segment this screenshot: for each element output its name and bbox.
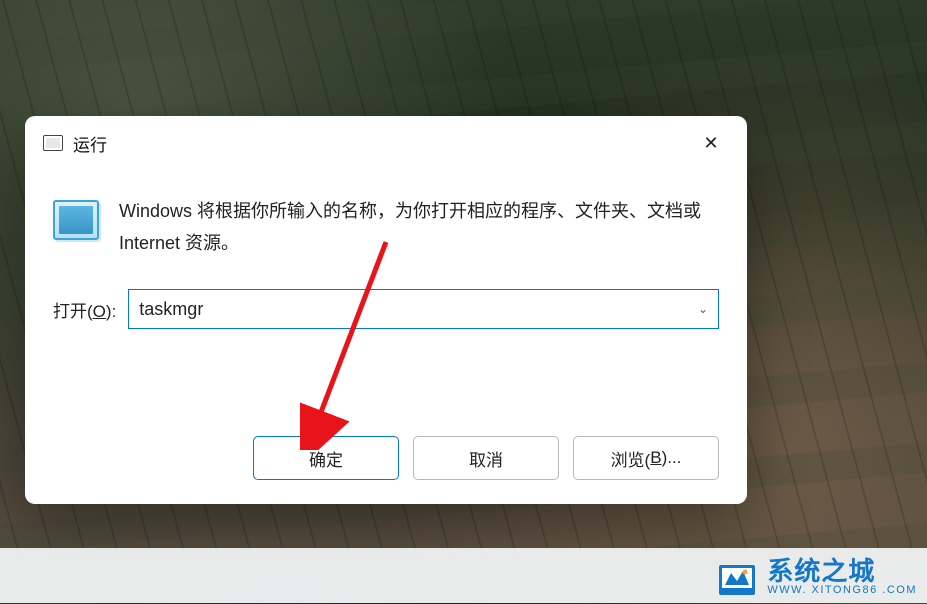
chevron-down-icon[interactable]: ⌄	[698, 302, 708, 316]
watermark-title: 系统之城	[767, 558, 917, 585]
dialog-body: Windows 将根据你所输入的名称，为你打开相应的程序、文件夹、文档或 Int…	[25, 166, 747, 420]
ok-button[interactable]: 确定	[253, 436, 399, 480]
run-titlebar-icon	[43, 135, 63, 151]
watermark-url: WWW. XITONG86 .COM	[767, 585, 917, 597]
dialog-description: Windows 将根据你所输入的名称，为你打开相应的程序、文件夹、文档或 Int…	[119, 196, 719, 259]
close-button[interactable]: ✕	[693, 125, 729, 161]
watermark-logo-icon	[715, 555, 759, 599]
open-combobox[interactable]: ⌄	[128, 289, 719, 329]
run-program-icon	[53, 200, 99, 240]
dialog-title: 运行	[73, 131, 693, 156]
open-label: 打开(O):	[53, 297, 116, 322]
watermark: 系统之城 WWW. XITONG86 .COM	[715, 555, 917, 599]
cancel-button[interactable]: 取消	[413, 436, 559, 480]
run-dialog: 运行 ✕ Windows 将根据你所输入的名称，为你打开相应的程序、文件夹、文档…	[25, 116, 747, 504]
button-row: 确定 取消 浏览(B)...	[25, 420, 747, 504]
titlebar: 运行 ✕	[25, 116, 747, 166]
open-input[interactable]	[139, 299, 698, 320]
browse-button[interactable]: 浏览(B)...	[573, 436, 719, 480]
close-icon: ✕	[703, 134, 718, 152]
